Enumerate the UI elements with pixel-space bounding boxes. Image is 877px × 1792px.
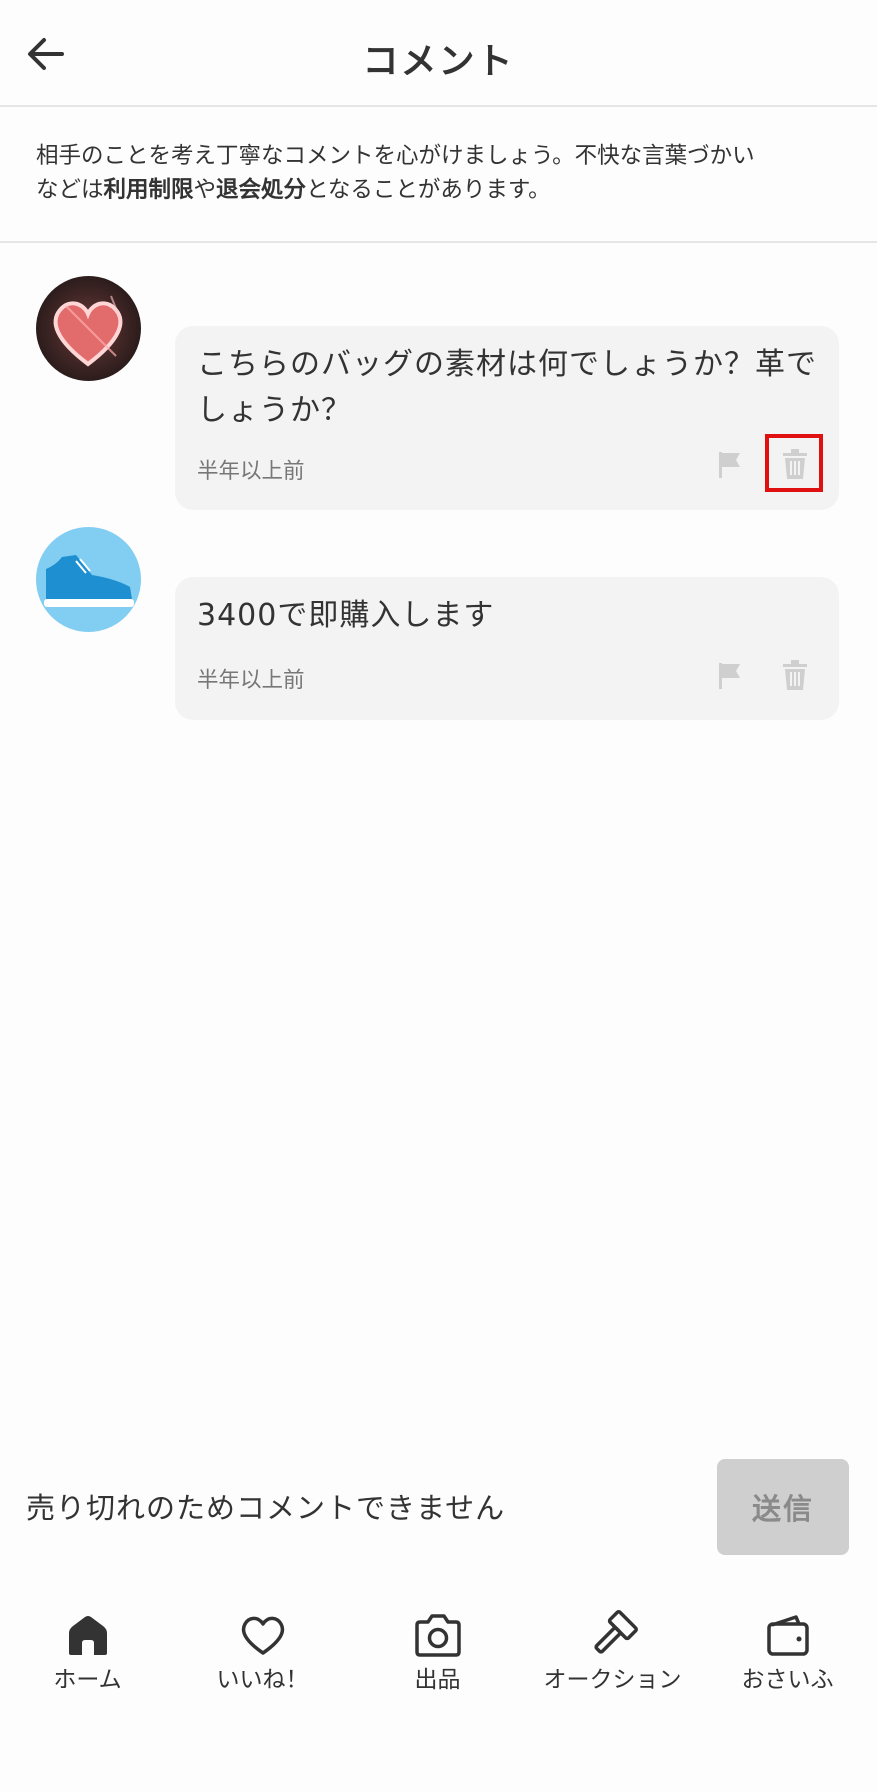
page-title: コメント bbox=[362, 41, 515, 82]
trash-icon bbox=[783, 660, 807, 690]
notice-text: 相手のことを考え丁寧なコメントを心がけましょう。不快な言葉づかい bbox=[36, 143, 755, 169]
report-button[interactable] bbox=[710, 444, 750, 484]
notice-bold-withdrawal: 退会処分 bbox=[216, 177, 307, 203]
comment-input[interactable]: 売り切れのためコメントできません bbox=[26, 1485, 505, 1527]
tab-sell[interactable]: 出品 bbox=[350, 1580, 525, 1693]
comment-time: 半年以上前 bbox=[197, 459, 305, 484]
comment-text: 3400で即購入します bbox=[197, 598, 495, 633]
comment-input-area: 売り切れのためコメントできません 送信 bbox=[0, 1455, 877, 1555]
notice-bold-restriction: 利用制限 bbox=[103, 177, 194, 203]
flag-icon bbox=[719, 663, 740, 689]
notice-text: や bbox=[193, 177, 217, 203]
camera-icon bbox=[414, 1614, 461, 1657]
comment-text: こちらのバッグの素材は何でしょうか？革でしょうか？ bbox=[197, 347, 817, 428]
tab-home-label: ホーム bbox=[53, 1667, 122, 1693]
comment-guideline-notice: 相手のことを考え丁寧なコメントを心がけましょう。不快な言葉づかい などは利用制限… bbox=[0, 109, 877, 243]
tab-likes-label: いいね！ bbox=[216, 1667, 309, 1693]
wallet-icon bbox=[766, 1615, 809, 1656]
report-button[interactable] bbox=[710, 655, 750, 695]
tab-auction[interactable]: オークション bbox=[525, 1580, 700, 1693]
notice-text: となることがあります。 bbox=[306, 177, 551, 203]
heart-icon bbox=[241, 1616, 284, 1655]
home-icon bbox=[68, 1616, 107, 1655]
tab-wallet-label: おさいふ bbox=[741, 1667, 834, 1693]
bottom-tab-bar: ホーム いいね！ 出品 オークション おさいふ bbox=[0, 1580, 877, 1700]
header: コメント bbox=[0, 0, 877, 107]
sneaker-avatar-image bbox=[36, 527, 141, 632]
send-button[interactable]: 送信 bbox=[717, 1459, 849, 1555]
avatar[interactable] bbox=[36, 276, 141, 381]
tab-home[interactable]: ホーム bbox=[0, 1580, 175, 1693]
comment-bubble: こちらのバッグの素材は何でしょうか？革でしょうか？ 半年以上前 bbox=[175, 326, 839, 510]
delete-highlight-box bbox=[765, 434, 823, 492]
tab-likes[interactable]: いいね！ bbox=[175, 1580, 350, 1693]
notice-text: などは bbox=[36, 177, 104, 203]
tab-sell-label: 出品 bbox=[414, 1667, 461, 1693]
avatar[interactable] bbox=[36, 527, 141, 632]
comment-bubble: 3400で即購入します 半年以上前 bbox=[175, 577, 839, 720]
delete-button[interactable] bbox=[775, 655, 815, 695]
tab-wallet[interactable]: おさいふ bbox=[700, 1580, 875, 1693]
hammer-icon bbox=[593, 1610, 638, 1654]
tab-auction-label: オークション bbox=[543, 1667, 682, 1693]
heart-avatar-image bbox=[36, 276, 141, 381]
comment-time: 半年以上前 bbox=[197, 668, 305, 693]
flag-icon bbox=[719, 452, 740, 478]
